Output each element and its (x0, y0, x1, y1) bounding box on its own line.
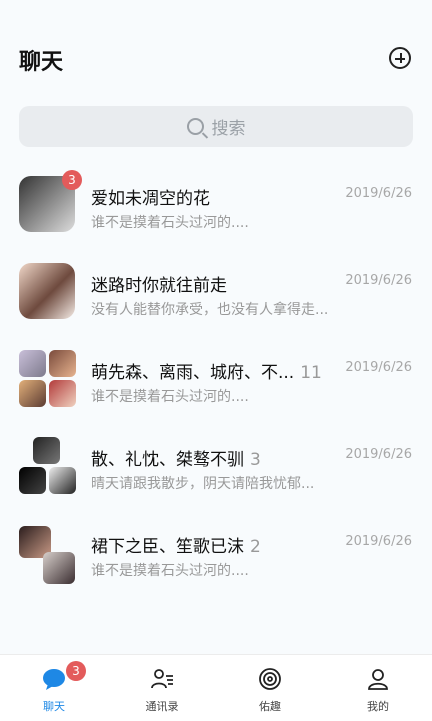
contacts-icon (151, 669, 173, 689)
chat-date: 2019/6/26 (345, 186, 412, 201)
discover-icon (259, 668, 281, 690)
search-input[interactable]: 搜索 (19, 106, 413, 147)
chat-message: 谁不是摸着石头过河的.... (91, 389, 249, 405)
chat-name: 散、礼忱、桀骜不驯 3 (91, 450, 261, 470)
chat-message: 晴天请跟我散步，阴天请陪我忧郁... (91, 476, 315, 492)
tab-label: 佑趣 (259, 700, 281, 713)
chat-row[interactable]: 3 爱如未凋空的花 谁不是摸着石头过河的.... 2019/6/26 (0, 170, 432, 242)
add-icon[interactable] (389, 47, 411, 69)
tab-me[interactable]: 我的 (324, 655, 432, 721)
header: 聊天 (0, 0, 432, 100)
chat-row[interactable]: 萌先森、离雨、城府、不... 11 谁不是摸着石头过河的.... 2019/6/2… (0, 344, 432, 416)
chat-name: 迷路时你就往前走 (91, 276, 227, 296)
avatar (19, 263, 75, 319)
unread-badge: 3 (62, 170, 82, 190)
chat-name: 萌先森、离雨、城府、不... 11 (91, 363, 322, 383)
chat-date: 2019/6/26 (345, 360, 412, 375)
tab-label: 通讯录 (145, 700, 179, 713)
chat-message: 谁不是摸着石头过河的.... (91, 563, 249, 579)
tab-label: 我的 (367, 700, 389, 713)
chat-row[interactable]: 裙下之臣、笙歌已沫 2 谁不是摸着石头过河的.... 2019/6/26 (0, 518, 432, 590)
group-avatar (19, 350, 77, 408)
group-avatar (19, 524, 77, 584)
group-avatar (19, 437, 77, 495)
chat-message: 谁不是摸着石头过河的.... (91, 215, 249, 231)
tab-discover[interactable]: 佑趣 (216, 655, 324, 721)
chat-name: 爱如未凋空的花 (91, 189, 210, 209)
tab-chat[interactable]: 3 聊天 (0, 655, 108, 721)
chat-bubble-icon (43, 669, 65, 690)
tab-contacts[interactable]: 通讯录 (108, 655, 216, 721)
tab-badge: 3 (66, 661, 86, 681)
chat-name: 裙下之臣、笙歌已沫 2 (91, 537, 261, 557)
chat-date: 2019/6/26 (345, 447, 412, 462)
chat-date: 2019/6/26 (345, 273, 412, 288)
chat-row[interactable]: 迷路时你就往前走 没有人能替你承受，也没有人拿得走... 2019/6/26 (0, 257, 432, 329)
page-title: 聊天 (19, 50, 64, 75)
chat-message: 没有人能替你承受，也没有人拿得走... (91, 302, 329, 318)
search-icon (186, 118, 204, 135)
search-placeholder: 搜索 (211, 119, 246, 139)
chat-row[interactable]: 散、礼忱、桀骜不驯 3 晴天请跟我散步，阴天请陪我忧郁... 2019/6/26 (0, 431, 432, 503)
tab-label: 聊天 (43, 700, 65, 713)
tab-bar: 3 聊天 通讯录 佑趣 我的 (0, 654, 432, 721)
chat-date: 2019/6/26 (345, 534, 412, 549)
person-icon (368, 669, 388, 690)
